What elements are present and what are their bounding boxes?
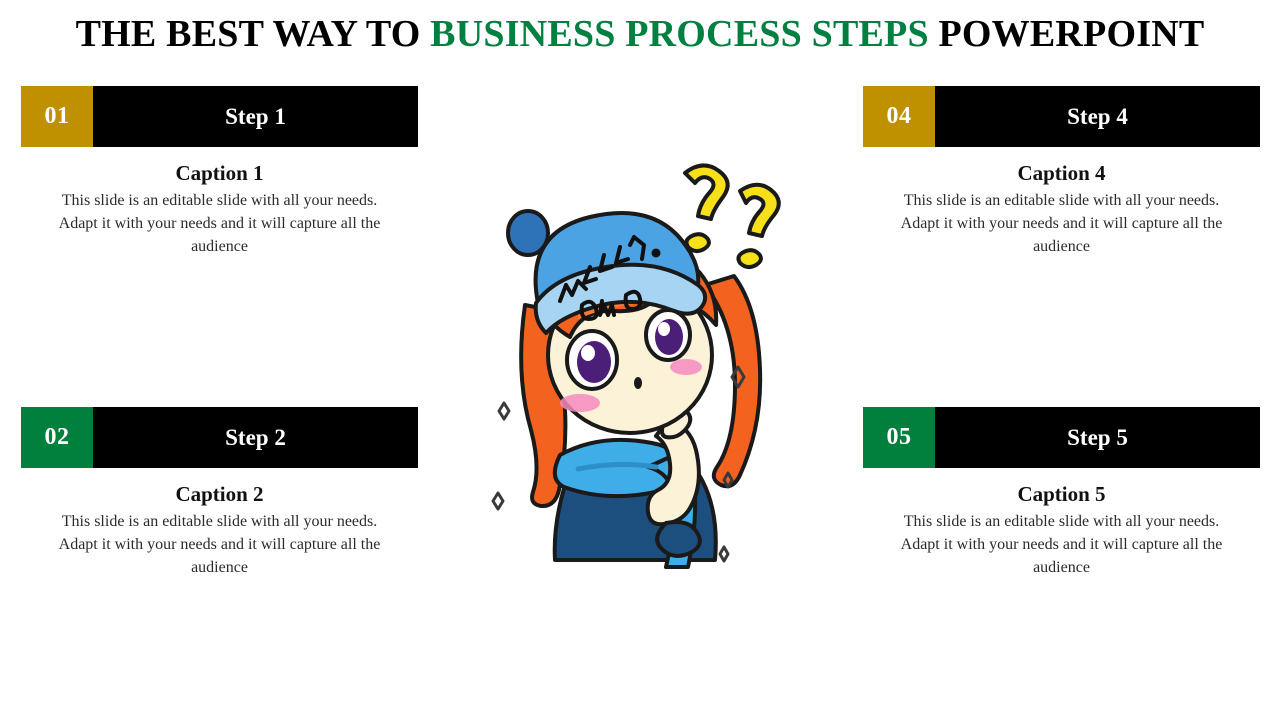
hat-pompom: [506, 209, 550, 257]
thinking-girl-illustration: [470, 155, 820, 575]
page-title: THE BEST WAY TO BUSINESS PROCESS STEPS P…: [0, 8, 1280, 60]
step-block-4[interactable]: 04 Step 4 Caption 4 This slide is an edi…: [863, 86, 1260, 258]
title-part-before: THE BEST WAY TO: [75, 13, 431, 55]
step-block-1[interactable]: 01 Step 1 Caption 1 This slide is an edi…: [21, 86, 418, 258]
title-part-after: POWERPOINT: [928, 13, 1205, 55]
mouth: [634, 377, 642, 389]
step-number-badge-1: 01: [21, 86, 93, 147]
step-body-4: This slide is an editable slide with all…: [900, 192, 1223, 255]
steps-column-right: 04 Step 4 Caption 4 This slide is an edi…: [863, 86, 1260, 720]
step-block-2[interactable]: 02 Step 2 Caption 2 This slide is an edi…: [21, 407, 418, 579]
step-number-4: 04: [886, 103, 912, 129]
step-caption-2: Caption 2: [175, 482, 264, 506]
step-title-1: Step 1: [93, 86, 418, 147]
step-number-2: 02: [44, 424, 70, 450]
step-title-2: Step 2: [93, 407, 418, 468]
step-block-5[interactable]: 05 Step 5 Caption 5 This slide is an edi…: [863, 407, 1260, 579]
step-number-badge-5: 05: [863, 407, 935, 468]
step-number-badge-2: 02: [21, 407, 93, 468]
step-title-4: Step 4: [935, 86, 1260, 147]
step-caption-1: Caption 1: [175, 161, 264, 185]
step-bar-2: 02 Step 2: [21, 407, 418, 468]
sleeve-cuff: [655, 520, 702, 558]
step-bar-1: 01 Step 1: [21, 86, 418, 147]
step-body-2: This slide is an editable slide with all…: [58, 513, 381, 576]
step-bar-5: 05 Step 5: [863, 407, 1260, 468]
step-number-1: 01: [44, 103, 70, 129]
step-number-badge-4: 04: [863, 86, 935, 147]
steps-column-left: 01 Step 1 Caption 1 This slide is an edi…: [21, 86, 418, 720]
slide-root: THE BEST WAY TO BUSINESS PROCESS STEPS P…: [0, 0, 1280, 720]
step-caption-4: Caption 4: [1017, 161, 1106, 185]
step-bar-4: 04 Step 4: [863, 86, 1260, 147]
question-mark-group: [683, 163, 781, 270]
step-body-1: This slide is an editable slide with all…: [58, 192, 381, 255]
step-number-5: 05: [886, 424, 912, 450]
step-caption-5: Caption 5: [1017, 482, 1106, 506]
step-body-5: This slide is an editable slide with all…: [900, 513, 1223, 576]
title-part-highlight: BUSINESS PROCESS STEPS: [430, 13, 929, 55]
step-title-5: Step 5: [935, 407, 1260, 468]
